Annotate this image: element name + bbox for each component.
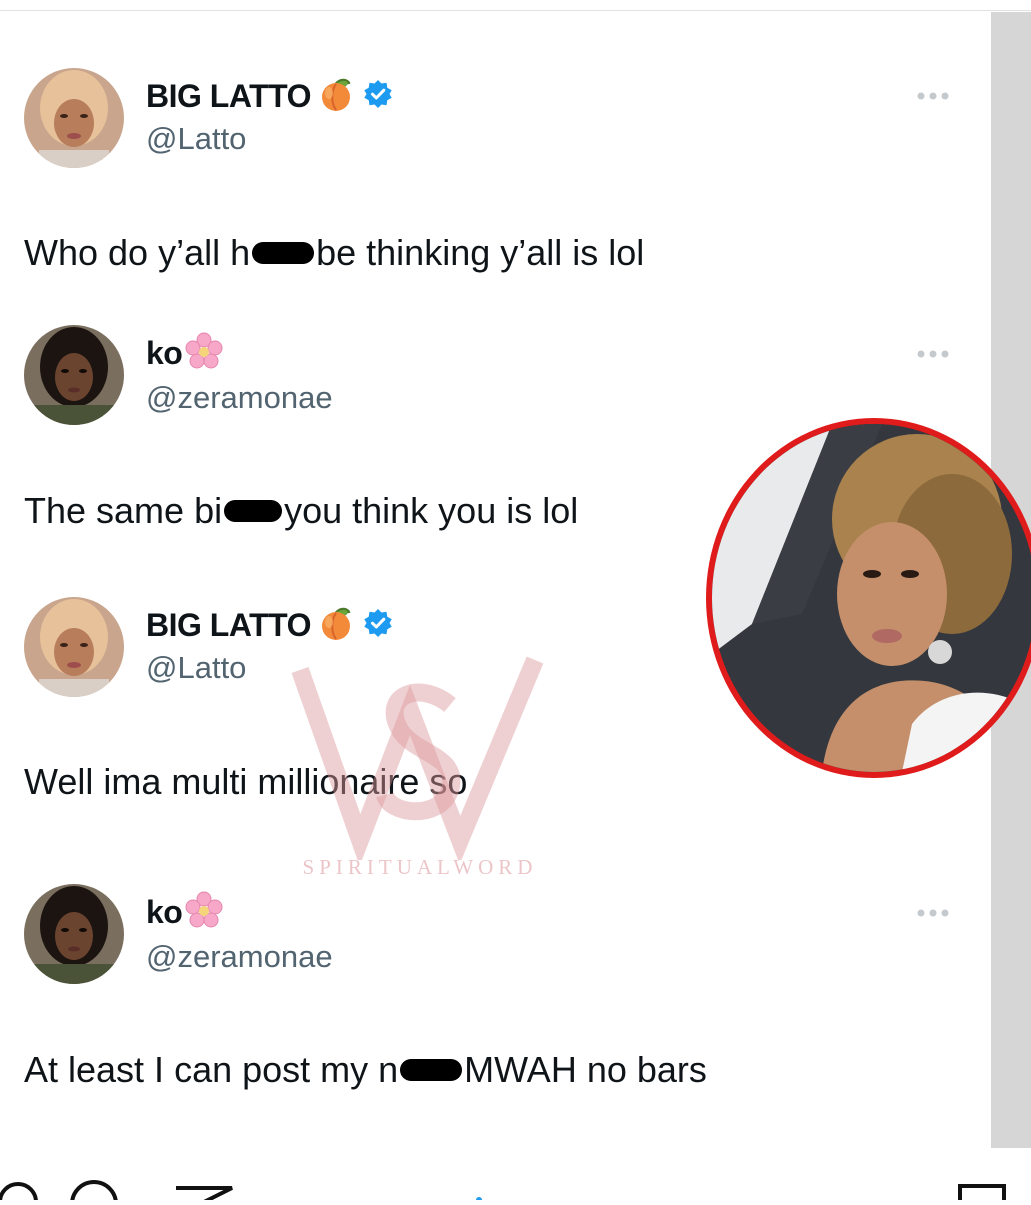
tweet-text-part: At least I can post my n [24, 1049, 399, 1090]
handle[interactable]: @zeramonae [146, 939, 333, 975]
avatar[interactable] [24, 597, 124, 697]
name-row: BIG LATTO [146, 605, 393, 645]
name-row: BIG LATTO [146, 76, 393, 116]
tweet-text-part: MWAH no bars [464, 1049, 707, 1090]
redaction-bar [252, 242, 315, 264]
verified-badge-icon [363, 79, 393, 114]
display-name[interactable]: ko [146, 894, 183, 931]
verified-badge-icon [363, 608, 393, 643]
cherry-blossom-emoji-icon [184, 890, 224, 935]
peach-emoji-icon [317, 75, 355, 118]
display-name[interactable]: BIG LATTO [146, 607, 311, 644]
avatar[interactable] [24, 884, 124, 984]
tweet-text-part: you think you is lol [284, 490, 579, 531]
redaction-bar [400, 1059, 463, 1081]
bottom-nav-bar [0, 1150, 1031, 1205]
display-name[interactable]: BIG LATTO [146, 78, 311, 115]
name-row: ko [146, 331, 224, 376]
more-horizontal-icon[interactable] [915, 906, 955, 918]
display-name[interactable]: ko [146, 335, 183, 372]
tweet-text-part: Who do y’all h [24, 232, 251, 273]
tweet-text: At least I can post my n MWAH no bars [24, 1049, 707, 1091]
tweet-text: Who do y’all h be thinking y’all is lol [24, 232, 644, 274]
redaction-bar [224, 500, 283, 522]
tweet-text-part: The same bi [24, 490, 223, 531]
handle[interactable]: @zeramonae [146, 380, 333, 416]
handle[interactable]: @Latto [146, 650, 246, 686]
cherry-blossom-emoji-icon [184, 331, 224, 376]
top-divider [0, 0, 1031, 11]
inset-photo [706, 418, 1031, 778]
bottom-nav-icons [0, 1180, 1006, 1205]
avatar[interactable] [24, 68, 124, 168]
avatar[interactable] [24, 325, 124, 425]
more-horizontal-icon[interactable] [915, 89, 955, 101]
tweet-text: Well ima multi millionaire so [24, 761, 468, 802]
peach-emoji-icon [317, 604, 355, 647]
watermark-logo [291, 656, 544, 867]
name-row: ko [146, 890, 224, 935]
more-horizontal-icon[interactable] [915, 347, 955, 359]
tweet-text-part: be thinking y’all is lol [316, 232, 645, 273]
watermark-text: SPIRITUALWORD [302, 855, 538, 879]
tweet-text: The same bi you think you is lol [24, 490, 578, 532]
handle[interactable]: @Latto [146, 121, 246, 157]
